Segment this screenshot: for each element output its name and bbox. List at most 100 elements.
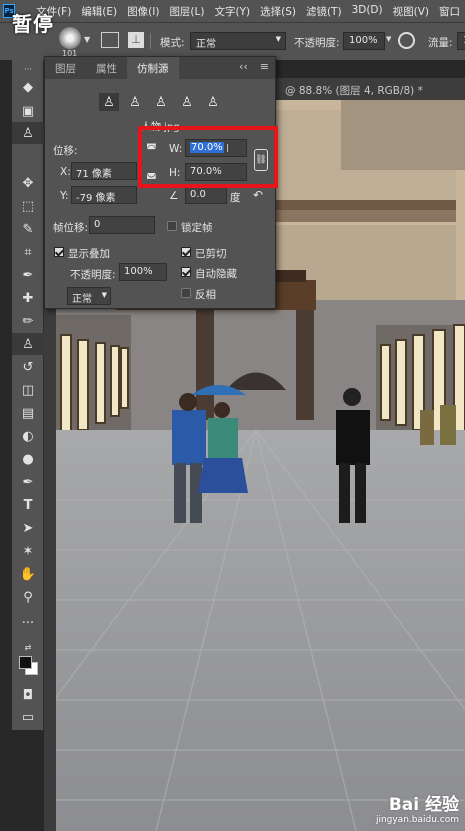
menu-bar: Ps 文件(F) 编辑(E) 图像(I) 图层(L) 文字(Y) 选择(S) 滤镜(T) 3D… (0, 0, 465, 22)
x-offset-input[interactable]: 71 像素 (71, 162, 137, 180)
invert-checkbox[interactable] (181, 288, 191, 298)
y-offset-input[interactable]: -79 像素 (71, 186, 137, 204)
x-label: X: (60, 166, 71, 178)
quick-select-tool-icon[interactable]: ✎ (12, 218, 44, 240)
show-overlay-label: 显示叠加 (68, 248, 110, 260)
frame-offset-input[interactable]: 0 (89, 216, 155, 234)
type-tool-icon[interactable]: T (12, 494, 44, 516)
clone-source-panel-icon[interactable]: ⊥ (128, 32, 144, 48)
auto-hide-checkbox[interactable] (181, 267, 191, 277)
document-tab-title: @ 88.8% (图层 4, RGB/8) * (285, 85, 423, 97)
chevron-down-icon: ▼ (101, 291, 107, 299)
move-tool-icon[interactable]: ✥ (12, 172, 44, 194)
mode-label: 模式: (160, 37, 185, 49)
baidu-watermark: Bai 经验 jingyan.baidu.com (376, 790, 459, 825)
document-tab[interactable]: @ 88.8% (图层 4, RGB/8) * (275, 78, 465, 100)
cube-3d-icon[interactable]: ▣ (12, 100, 44, 122)
dodge-tool-icon[interactable]: ● (12, 448, 44, 470)
collapse-panel-icon[interactable]: ‹‹ (233, 57, 254, 79)
tools-panel: ··· ◆ ▣ ♙ ✥ ⬚ ✎ ⌗ ✒ ✚ ✏ ♙ ↺ ◫ ▤ ◐ ● ✒ T … (12, 60, 44, 730)
gradient-tool-icon[interactable]: ▤ (12, 402, 44, 424)
toolbar-grip[interactable]: ··· (12, 64, 44, 74)
menu-item[interactable]: 滤镜(T) (301, 4, 347, 19)
opacity-label: 不透明度: (294, 37, 340, 49)
menu-item[interactable]: 文字(Y) (209, 4, 255, 19)
clipped-checkbox[interactable] (181, 247, 191, 257)
menu-item[interactable]: 窗口 (434, 4, 465, 19)
healing-brush-tool-icon[interactable]: ✚ (12, 287, 44, 309)
overlay-blend-mode-select[interactable]: 正常 ▼ (67, 287, 111, 305)
clone-source-5-icon[interactable]: ♙ (203, 93, 223, 111)
menu-item[interactable]: 视图(V) (388, 4, 434, 19)
pen-tool-icon[interactable]: ✒ (12, 471, 44, 493)
overlay-blend-mode-value: 正常 (72, 294, 92, 305)
show-overlay-checkbox[interactable] (54, 247, 64, 257)
flow-input[interactable]: 1 (457, 32, 465, 50)
separator (150, 33, 151, 49)
mode-select-value: 正常 (196, 39, 216, 50)
flow-label: 流量: (428, 37, 453, 49)
chevron-down-icon[interactable]: ▼ (84, 35, 90, 44)
brush-preset-picker[interactable] (59, 27, 81, 49)
marquee-tool-icon[interactable]: ⬚ (12, 195, 44, 217)
invert-label: 反相 (195, 289, 216, 301)
layers-icon[interactable]: ◆ (12, 76, 44, 98)
menu-item[interactable]: 图层(L) (164, 4, 209, 19)
opacity-input[interactable]: 100% (343, 32, 385, 50)
watermark-brand: Bai 经验 (388, 795, 459, 815)
menu-item[interactable]: 图像(I) (122, 4, 164, 19)
menu-items: 文件(F) 编辑(E) 图像(I) 图层(L) 文字(Y) 选择(S) 滤镜(T) 3D(D)… (31, 4, 465, 19)
frame-offset-label: 帧位移: (53, 222, 89, 234)
mode-select[interactable]: 正常 ▼ (190, 32, 286, 50)
lock-frame-label: 锁定帧 (181, 222, 213, 234)
angle-unit-label: 度 (230, 192, 241, 204)
panel-tab-bar: 图层 属性 仿制源 ‹‹ ≡ (45, 57, 275, 79)
y-label: Y: (60, 190, 69, 202)
panel-menu-icon[interactable]: ≡ (254, 57, 275, 79)
crop-tool-icon[interactable]: ⌗ (12, 241, 44, 263)
history-brush-tool-icon[interactable]: ↺ (12, 356, 44, 378)
clone-source-2-icon[interactable]: ♙ (125, 93, 145, 111)
chevron-down-icon: ▼ (275, 35, 281, 43)
menu-item[interactable]: 编辑(E) (76, 4, 122, 19)
shape-tool-icon[interactable]: ✶ (12, 540, 44, 562)
clipped-label: 已剪切 (195, 248, 227, 260)
foreground-color-swatch[interactable] (19, 656, 32, 669)
swap-colors-icon[interactable]: ⇄ (12, 636, 44, 658)
pause-overlay-text: 暂停 (12, 12, 54, 36)
clone-stamp-icon[interactable]: ♙ (12, 122, 44, 144)
eraser-tool-icon[interactable]: ◫ (12, 379, 44, 401)
clone-source-1-icon[interactable]: ♙ (99, 93, 119, 111)
brush-settings-icon[interactable] (101, 32, 119, 48)
overlay-opacity-input[interactable]: 100% (119, 263, 167, 281)
watermark-url: jingyan.baidu.com (375, 815, 459, 825)
chevron-down-icon[interactable]: ▼ (386, 35, 391, 43)
clone-source-3-icon[interactable]: ♙ (151, 93, 171, 111)
menu-item[interactable]: 3D(D) (347, 4, 388, 19)
quick-mask-icon[interactable]: ◘ (12, 684, 44, 706)
lock-frame-checkbox[interactable] (167, 221, 177, 231)
zoom-tool-icon[interactable]: ⚲ (12, 586, 44, 608)
pressure-opacity-icon[interactable] (398, 32, 415, 49)
highlight-box (138, 126, 278, 188)
offset-label: 位移: (53, 145, 78, 157)
screen-mode-icon[interactable]: ▭ (12, 706, 44, 728)
tab-properties[interactable]: 属性 (86, 57, 127, 79)
tab-layers[interactable]: 图层 (45, 57, 86, 79)
reset-transform-icon[interactable]: ↶ (253, 188, 263, 202)
brush-tool-icon[interactable]: ✏ (12, 310, 44, 332)
more-tools-icon[interactable]: ··· (12, 612, 44, 634)
clone-source-4-icon[interactable]: ♙ (177, 93, 197, 111)
options-bar: 101 ▼ ⊥ 模式: 正常 ▼ 不透明度: 100% ▼ 流量: 1 (0, 22, 465, 60)
rotation-angle-input[interactable]: 0.0 (185, 186, 227, 204)
menu-item[interactable]: 选择(S) (255, 4, 301, 19)
tab-clone-source[interactable]: 仿制源 (127, 57, 179, 79)
eyedropper-tool-icon[interactable]: ✒ (12, 264, 44, 286)
auto-hide-label: 自动隐藏 (195, 268, 237, 280)
path-selection-tool-icon[interactable]: ➤ (12, 517, 44, 539)
blur-tool-icon[interactable]: ◐ (12, 425, 44, 447)
clone-stamp-tool-icon[interactable]: ♙ (12, 333, 44, 355)
angle-icon: ∠ (169, 190, 179, 202)
overlay-opacity-label: 不透明度: (70, 269, 116, 281)
hand-tool-icon[interactable]: ✋ (12, 563, 44, 585)
